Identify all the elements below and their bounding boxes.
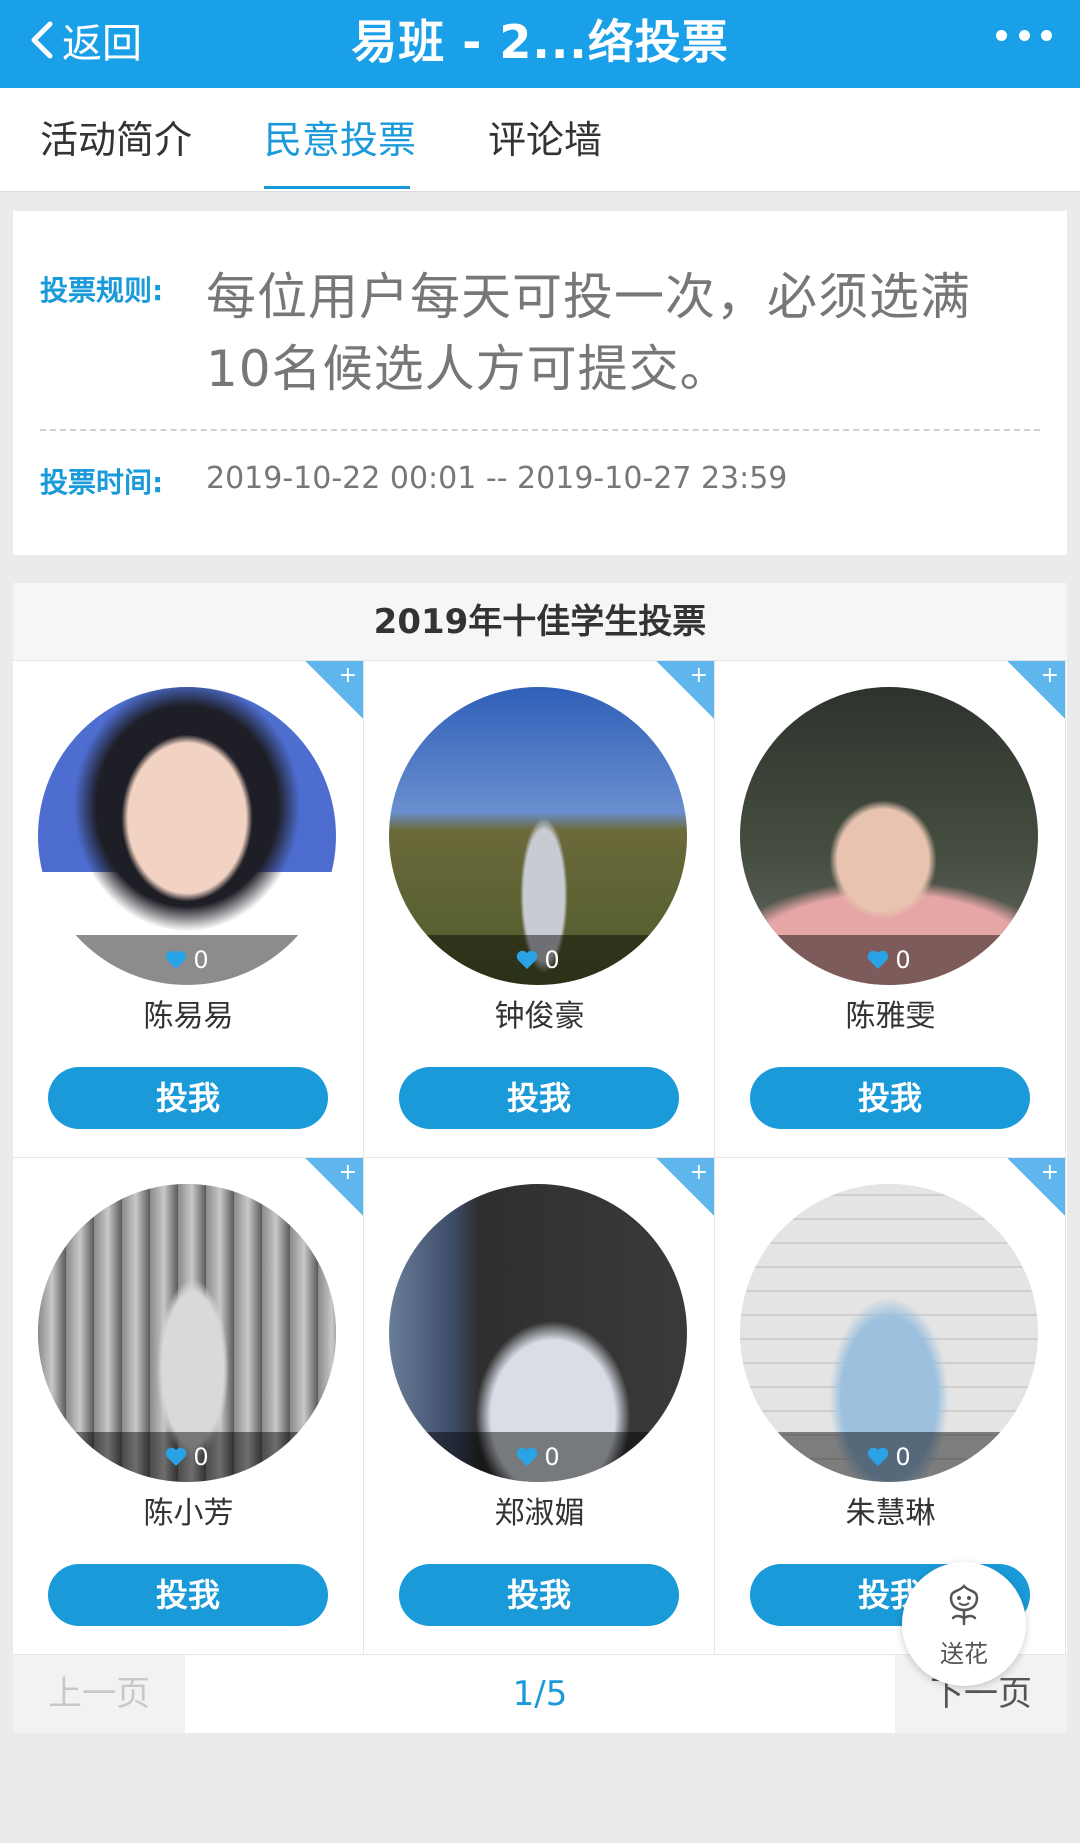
top-bar: 返回 易班 - 2...络投票: [0, 0, 1080, 88]
candidate-card: + 0 陈小芳 投我: [13, 1158, 364, 1655]
heart-icon: [868, 950, 889, 969]
candidate-card: + 0 陈雅雯 投我: [715, 661, 1066, 1158]
flower-icon: [949, 1584, 979, 1626]
heart-icon: [166, 950, 187, 969]
like-count: 0: [38, 1432, 336, 1482]
tab-public-vote[interactable]: 民意投票: [264, 88, 416, 192]
candidate-card: + 0 郑淑媚 投我: [364, 1158, 715, 1655]
heart-icon: [868, 1447, 889, 1466]
send-flower-button[interactable]: 送花: [902, 1562, 1026, 1686]
tab-comment-wall[interactable]: 评论墙: [488, 88, 602, 192]
candidate-name: 郑淑媚: [494, 1496, 585, 1531]
like-count: 0: [740, 1432, 1038, 1482]
candidate-name: 朱慧琳: [845, 1496, 936, 1531]
candidate-card: + 0 钟俊豪 投我: [364, 661, 715, 1158]
candidate-name: 钟俊豪: [494, 999, 585, 1034]
tab-bar: 活动简介 民意投票 评论墙: [0, 88, 1080, 192]
candidate-section: 2019年十佳学生投票 + 0 陈易易 投我 + 0 钟俊豪 投我 + 0 陈雅…: [13, 583, 1067, 1733]
active-tab-indicator: [264, 186, 410, 189]
chevron-left-icon: [31, 21, 53, 59]
like-count: 0: [740, 935, 1038, 985]
candidate-name: 陈小芳: [143, 1496, 234, 1531]
vote-button[interactable]: 投我: [399, 1564, 679, 1626]
divider: [40, 429, 1040, 431]
vote-rules-card: 投票规则: 每位用户每天可投一次，必须选满10名候选人方可提交。 投票时间: 2…: [13, 211, 1067, 555]
candidate-photo[interactable]: 0: [38, 687, 336, 985]
candidate-photo[interactable]: 0: [740, 687, 1038, 985]
like-count: 0: [389, 935, 687, 985]
time-text: 2019-10-22 00:01 -- 2019-10-27 23:59: [206, 461, 788, 496]
vote-button[interactable]: 投我: [399, 1067, 679, 1129]
back-button[interactable]: 返回: [26, 10, 142, 70]
candidate-grid: + 0 陈易易 投我 + 0 钟俊豪 投我 + 0 陈雅雯 投我 + 0 陈小芳…: [13, 661, 1067, 1655]
candidate-name: 陈雅雯: [845, 999, 936, 1034]
page-title: 易班 - 2...络投票: [351, 15, 729, 69]
heart-icon: [517, 1447, 538, 1466]
candidate-card: + 0 陈易易 投我: [13, 661, 364, 1158]
like-count: 0: [389, 1432, 687, 1482]
candidate-photo[interactable]: 0: [740, 1184, 1038, 1482]
time-label: 投票时间:: [40, 466, 164, 499]
rule-text: 每位用户每天可投一次，必须选满10名候选人方可提交。: [206, 268, 971, 398]
flower-label: 送花: [940, 1640, 988, 1668]
candidate-photo[interactable]: 0: [389, 1184, 687, 1482]
heart-icon: [517, 950, 538, 969]
vote-button[interactable]: 投我: [48, 1067, 328, 1129]
section-title: 2019年十佳学生投票: [13, 583, 1067, 661]
back-label: 返回: [62, 21, 142, 67]
vote-button[interactable]: 投我: [48, 1564, 328, 1626]
heart-icon: [166, 1447, 187, 1466]
more-menu-icon[interactable]: [996, 20, 1052, 50]
like-count: 0: [38, 935, 336, 985]
rule-label: 投票规则:: [40, 274, 164, 307]
tab-activity-intro[interactable]: 活动简介: [40, 88, 192, 192]
candidate-name: 陈易易: [143, 999, 234, 1034]
candidate-photo[interactable]: 0: [38, 1184, 336, 1482]
vote-button[interactable]: 投我: [750, 1067, 1030, 1129]
candidate-photo[interactable]: 0: [389, 687, 687, 985]
